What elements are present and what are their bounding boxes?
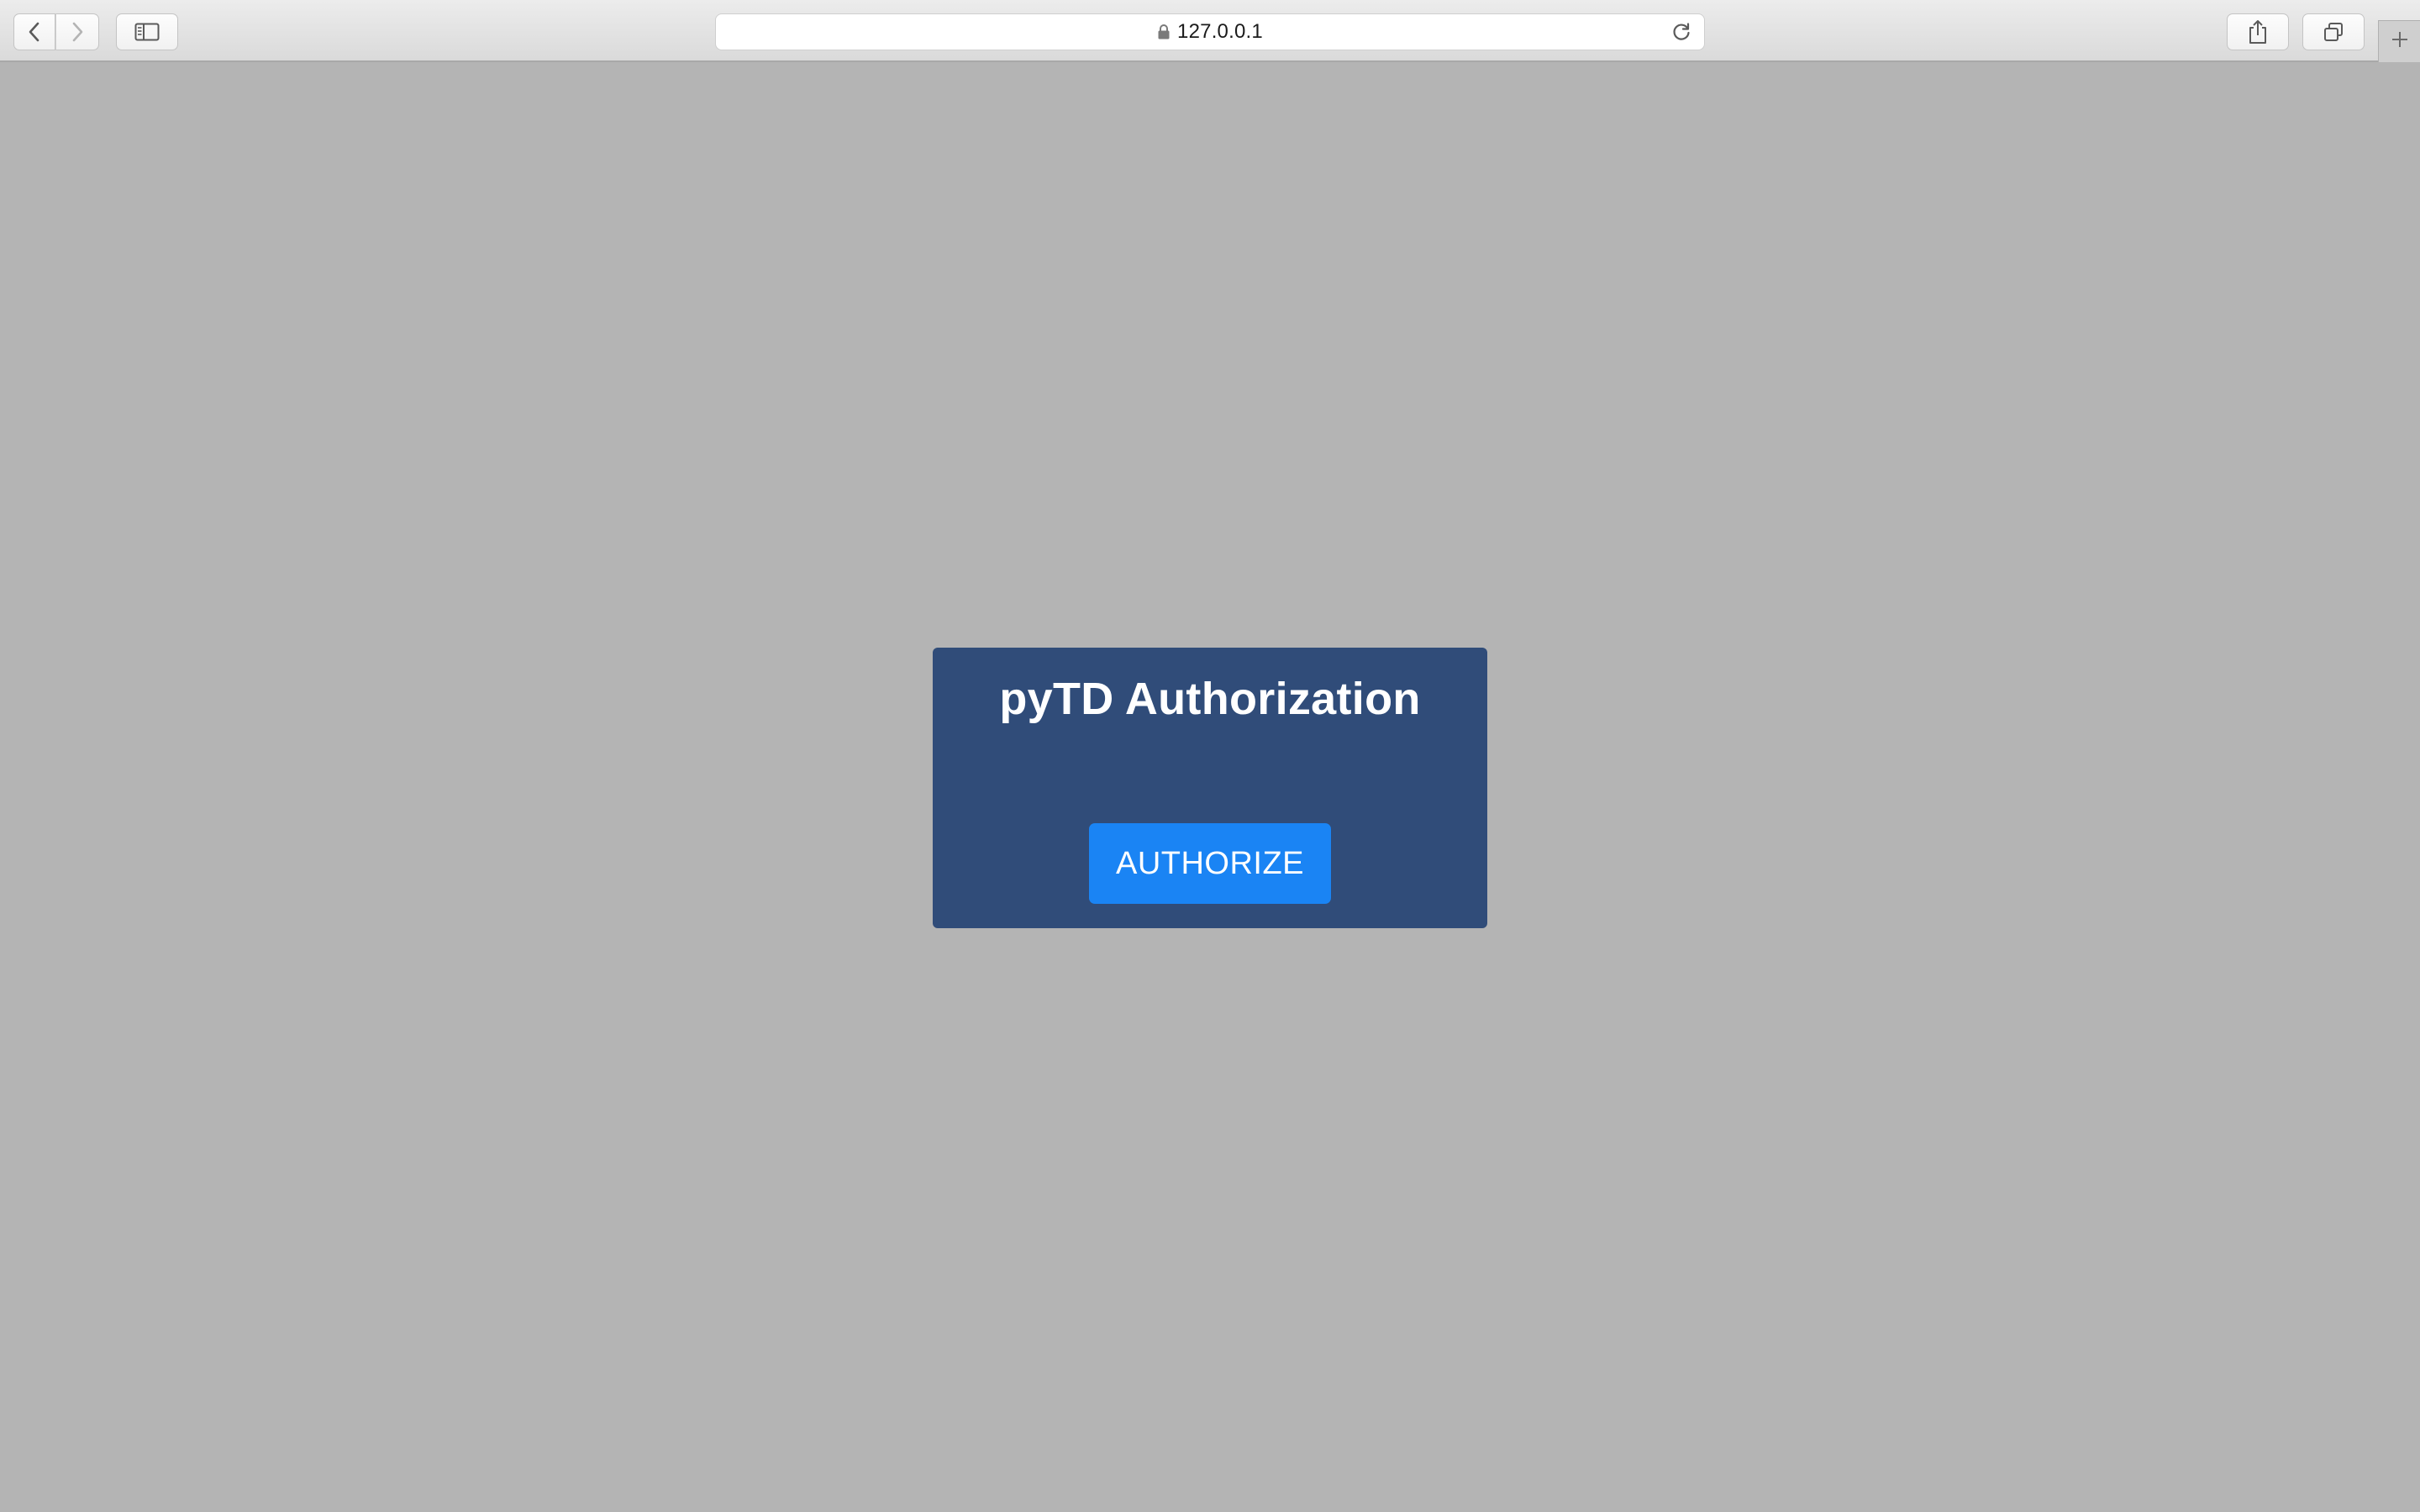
back-button[interactable] — [13, 13, 55, 50]
plus-icon — [2390, 29, 2410, 54]
authorize-button[interactable]: AUTHORIZE — [1089, 823, 1331, 904]
reload-icon[interactable] — [1670, 21, 1692, 43]
url-text: 127.0.0.1 — [1177, 20, 1263, 43]
forward-button[interactable] — [55, 13, 99, 50]
share-button[interactable] — [2227, 13, 2289, 50]
sidebar-toggle-button[interactable] — [116, 13, 178, 50]
tabs-icon — [2323, 22, 2344, 42]
authorization-card: pyTD Authorization AUTHORIZE — [933, 648, 1487, 928]
address-bar[interactable]: 127.0.0.1 — [715, 13, 1705, 50]
share-icon — [2248, 19, 2268, 45]
page-title: pyTD Authorization — [999, 674, 1421, 724]
new-tab-button[interactable] — [2378, 20, 2420, 62]
sidebar-icon — [134, 23, 160, 41]
lock-icon — [1157, 24, 1171, 40]
chevron-left-icon — [27, 21, 42, 43]
browser-toolbar: 127.0.0.1 — [0, 0, 2420, 62]
chevron-right-icon — [70, 21, 85, 43]
show-tabs-button[interactable] — [2302, 13, 2365, 50]
